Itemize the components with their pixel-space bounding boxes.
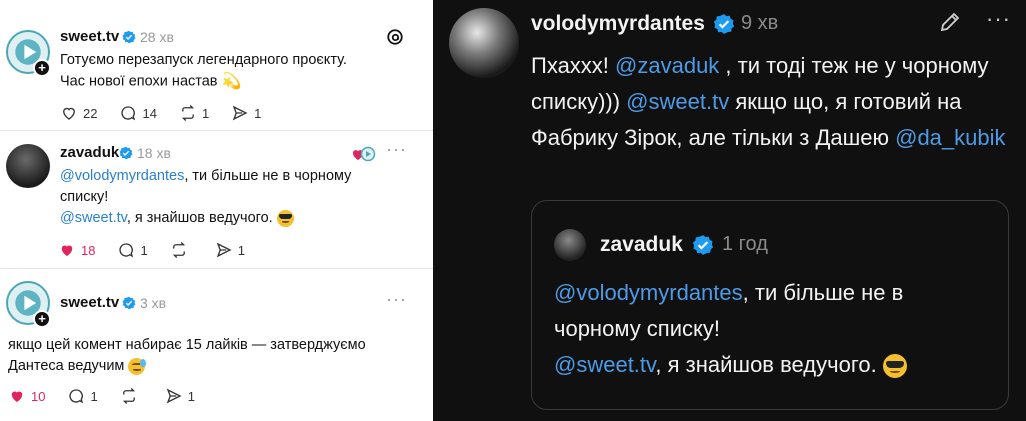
follow-plus-icon[interactable]: + [33,59,51,77]
post-sweettv-1[interactable]: + sweet.tv 28 хв Готуємо перезапуск леге… [0,0,433,130]
repost-count: 1 [201,105,210,121]
post-actions: 22 14 1 1 [60,104,283,122]
post-text-part: , ти більше не в чорному [184,168,352,184]
verified-badge-icon [119,146,133,160]
sunglasses-emoji-icon [882,354,907,379]
comment-icon [69,389,84,404]
threads-logo-icon[interactable] [386,28,404,46]
share-count: 1 [254,105,262,121]
mention-link[interactable]: @sweet.tv [554,352,655,377]
post-time: 28 хв [140,29,174,45]
post-actions: 10 1 1 [8,387,217,405]
comment-button[interactable]: 1 [117,241,148,259]
mention-link[interactable]: @volodymyrdantes [554,280,743,305]
heart-icon [61,245,73,256]
avatar[interactable] [554,229,586,261]
post-zavaduk[interactable]: zavaduk 18 хв ··· @volodymyrdantes, ти б… [0,131,433,266]
share-button[interactable]: 1 [215,241,245,259]
share-icon [166,388,182,404]
share-button[interactable]: 1 [231,104,261,122]
post-text-part: чорному списку! [554,316,720,341]
post-username[interactable]: sweet.tv [60,294,119,311]
post-text: @volodymyrdantes, ти більше не в чорному… [60,166,390,229]
repost-icon [172,242,185,258]
right-panel: volodymyrdantes 9 хв ··· Пхахxx! @zavadu… [433,0,1026,421]
verified-badge-icon [692,235,714,255]
dizzy-emoji-icon: 💫 [221,73,242,90]
repost-icon [122,388,135,404]
avatar[interactable] [6,144,50,188]
comment-count: 1 [90,388,98,404]
post-text-line1: якщо цей комент набирає 15 лайків — затв… [8,337,366,353]
heart-icon [11,391,23,402]
left-panel: + sweet.tv 28 хв Готуємо перезапуск леге… [0,0,433,421]
post-text-part: , я знайшов ведучого. [655,352,877,377]
post-text: Пхахxx! @zavaduk , ти тоді теж не у чорн… [531,48,1016,156]
post-time: 9 хв [741,12,779,34]
mention-link[interactable]: @zavaduk [615,53,719,78]
verified-badge-icon [122,296,136,310]
follow-plus-icon[interactable]: + [33,310,51,328]
post-time: 1 год [722,233,768,255]
post-text: якщо цей комент набирає 15 лайків — затв… [8,335,418,377]
post-username[interactable]: zavaduk [600,233,683,257]
quoted-post[interactable]: zavaduk 1 год @volodymyrdantes, ти більш… [531,200,1009,410]
post-username[interactable]: volodymyrdantes [531,12,705,36]
like-count: 10 [31,388,46,404]
post-text-line2: Час нової епохи настав [60,73,218,90]
like-button[interactable]: 18 [58,241,95,259]
mention-link[interactable]: @da_kubik [895,125,1005,150]
post-username[interactable]: zavaduk [60,144,119,161]
like-count: 18 [81,242,96,258]
post-username[interactable]: sweet.tv [60,28,119,45]
like-button[interactable]: 10 [8,387,45,405]
post-text-part: списку! [60,189,109,205]
more-icon[interactable]: ··· [386,139,407,160]
post-text: Готуємо перезапуск легендарного проєкту.… [60,50,420,92]
repost-button[interactable] [120,387,143,405]
comment-icon [119,243,134,258]
share-button[interactable]: 1 [165,387,195,405]
like-button[interactable]: 22 [60,104,97,122]
sweat-smile-emoji-icon [128,357,147,375]
post-time: 3 хв [140,295,167,311]
post-text-line2: Дантеса ведучим [8,358,125,374]
comment-count: 14 [142,105,157,121]
post-time: 18 хв [137,145,171,161]
post-sweettv-2[interactable]: + sweet.tv 3 хв ··· якщо цей комент наби… [0,269,433,421]
post-text-part: , я знайшов ведучого. [126,210,273,226]
comment-button[interactable]: 14 [119,104,157,122]
like-count: 22 [83,105,98,121]
comment-count: 1 [140,242,148,258]
repost-icon [181,105,195,121]
verified-badge-icon [713,14,735,34]
repost-button[interactable] [170,241,193,259]
post-actions: 18 1 1 [58,241,267,259]
liked-by-creator-icon [352,146,376,162]
repost-button[interactable]: 1 [179,104,209,122]
edit-pencil-icon[interactable] [938,10,962,34]
post-text-part: Пхахxx! [531,53,616,78]
verified-badge-icon [122,30,136,44]
share-icon [232,105,248,121]
share-icon [216,242,232,258]
avatar[interactable] [449,8,519,78]
share-count: 1 [237,242,245,258]
more-icon[interactable]: ··· [386,289,407,310]
comment-button[interactable]: 1 [67,387,98,405]
heart-icon [63,107,75,120]
post-text: @volodymyrdantes, ти більше не в чорному… [554,275,994,383]
post-text-part: , ти більше не в [742,280,904,305]
share-count: 1 [187,388,195,404]
post-text-line1: Готуємо перезапуск легендарного проєкту. [60,52,347,68]
comment-icon [121,106,136,121]
mention-link[interactable]: @volodymyrdantes [60,168,184,184]
mention-link[interactable]: @sweet.tv [60,210,127,226]
sunglasses-emoji-icon [276,209,294,227]
more-icon[interactable]: ··· [986,6,1011,32]
mention-link[interactable]: @sweet.tv [626,89,729,114]
